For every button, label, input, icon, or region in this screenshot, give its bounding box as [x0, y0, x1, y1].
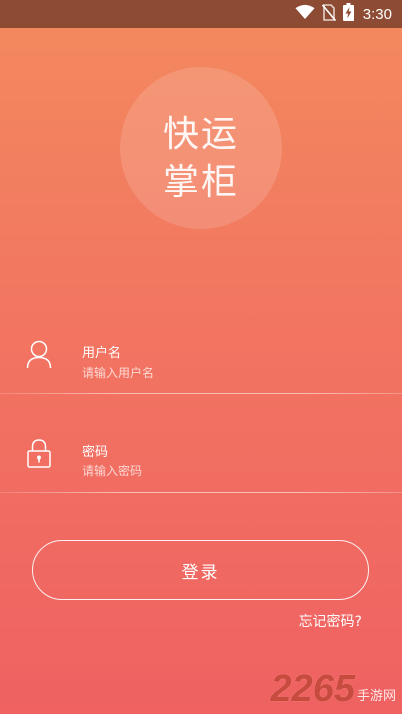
- status-time: 3:30: [362, 5, 392, 23]
- logo-text-line-2: 掌柜: [162, 162, 239, 203]
- lock-icon: [26, 438, 52, 468]
- username-row: 用户名: [0, 336, 402, 396]
- password-label: 密码: [82, 445, 109, 460]
- no-sim-icon: [321, 3, 336, 25]
- battery-charging-icon: [342, 3, 354, 25]
- username-input[interactable]: [80, 363, 384, 383]
- forgot-password-link[interactable]: 忘记密码?: [299, 611, 362, 631]
- login-button[interactable]: 登录: [32, 540, 369, 600]
- logo-text-line-1: 快运: [162, 114, 239, 155]
- watermark-number: 2265: [270, 668, 355, 710]
- username-label: 用户名: [82, 346, 122, 361]
- watermark: 2265 手游网: [270, 670, 396, 708]
- watermark-site: 手游网: [356, 689, 396, 704]
- status-bar: 3:30: [0, 0, 402, 28]
- username-divider: [0, 393, 402, 394]
- password-divider: [0, 492, 402, 493]
- wifi-icon: [295, 4, 315, 24]
- user-icon: [26, 339, 52, 369]
- password-input[interactable]: [80, 461, 384, 481]
- status-icons: 3:30: [295, 3, 392, 25]
- app-logo: 快运 掌柜: [120, 67, 282, 229]
- password-row: 密码: [0, 436, 402, 496]
